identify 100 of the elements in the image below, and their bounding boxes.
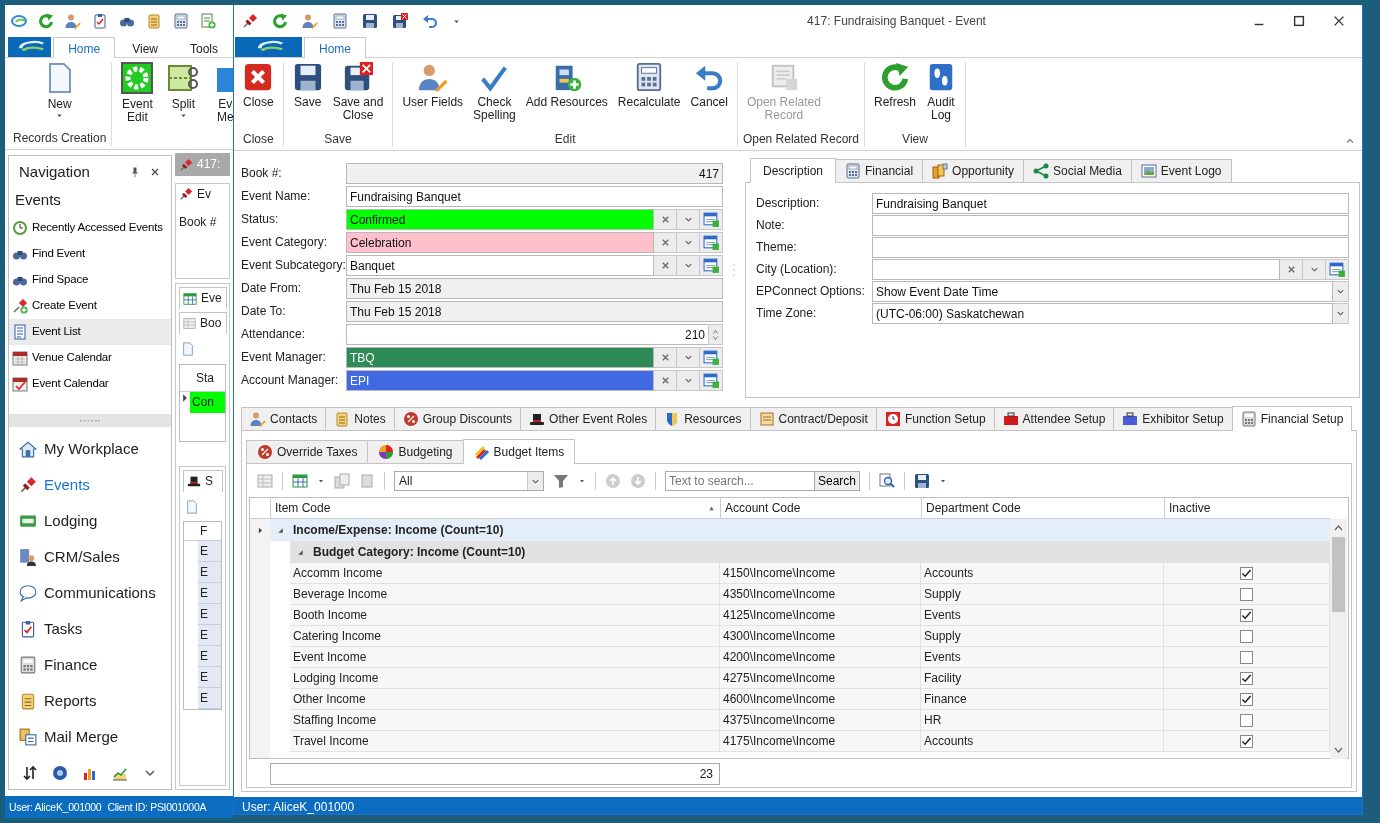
undo-icon[interactable]	[422, 13, 438, 29]
clipboard-icon[interactable]	[92, 13, 108, 29]
nav-item[interactable]: Create Event	[9, 293, 171, 319]
lookup-field[interactable]	[872, 259, 1280, 280]
module-item[interactable]: CRM/Sales	[9, 539, 171, 575]
tab[interactable]: Social Media	[1023, 159, 1132, 182]
tab[interactable]: Attendee Setup	[993, 407, 1115, 430]
close-icon[interactable]	[149, 166, 161, 178]
tab[interactable]: Notes	[325, 407, 395, 430]
filter-icon[interactable]	[553, 473, 569, 489]
tab[interactable]: Event Logo	[1130, 159, 1232, 182]
pin-icon[interactable]	[129, 166, 141, 178]
module-item[interactable]: Finance	[9, 647, 171, 683]
lookup-button[interactable]	[700, 232, 723, 253]
column-header[interactable]: Department Code	[921, 498, 1164, 518]
lookup-field[interactable]: EPI	[346, 370, 654, 391]
module-item[interactable]: My Workplace	[9, 431, 171, 467]
checkbox[interactable]	[1240, 629, 1253, 643]
checkbox[interactable]	[1240, 650, 1253, 664]
sort-arrows-icon[interactable]	[22, 765, 38, 781]
lookup-button[interactable]	[700, 209, 723, 230]
text-field[interactable]: 417	[346, 163, 723, 184]
lookup-field[interactable]: Confirmed	[346, 209, 654, 230]
user-edit-icon[interactable]	[65, 13, 81, 29]
ribbon-button[interactable]: Close	[239, 62, 278, 109]
module-item[interactable]: Events	[9, 467, 171, 503]
ribbon-tab[interactable]: View	[117, 37, 173, 57]
tab[interactable]: Budget Items	[462, 439, 576, 464]
ribbon-button[interactable]: Recalculate	[613, 62, 685, 109]
tab[interactable]: S	[183, 469, 223, 492]
save-icon[interactable]	[362, 13, 378, 29]
module-item[interactable]: Communications	[9, 575, 171, 611]
module-item[interactable]: Reports	[9, 683, 171, 719]
ribbon-button[interactable]: Audit Log	[922, 62, 960, 122]
nav-item[interactable]: Event Calendar	[9, 371, 171, 397]
column-header[interactable]: Account Code	[720, 498, 921, 518]
nav-item[interactable]: Event List	[9, 319, 171, 345]
lookup-button[interactable]	[700, 370, 723, 391]
application-button[interactable]	[235, 37, 302, 57]
clear-button[interactable]	[654, 209, 677, 230]
checkbox[interactable]	[1240, 713, 1253, 727]
group-row[interactable]: Income/Expense: Income (Count=10)	[270, 519, 1330, 541]
tab[interactable]: Group Discounts	[393, 407, 522, 430]
date-field[interactable]: Thu Feb 15 2018	[346, 301, 723, 322]
clear-button[interactable]	[654, 255, 677, 276]
lookup-button[interactable]	[700, 255, 723, 276]
lookup-button[interactable]	[700, 347, 723, 368]
ribbon-button[interactable]: Cancel	[686, 62, 732, 109]
checkbox[interactable]	[1240, 587, 1253, 601]
ribbon-button[interactable]: User Fields	[398, 62, 468, 109]
save-icon[interactable]	[914, 473, 931, 489]
nav-item[interactable]: Recently Accessed Events	[9, 215, 171, 241]
pushpin-icon[interactable]	[242, 13, 258, 29]
nav-item[interactable]: Venue Calendar	[9, 345, 171, 371]
nav-item[interactable]: Find Space	[9, 267, 171, 293]
disc-icon[interactable]	[52, 765, 68, 781]
module-item[interactable]: Lodging	[9, 503, 171, 539]
save-close-icon[interactable]	[392, 13, 408, 29]
ribbon-button[interactable]: Save	[288, 62, 327, 109]
checkbox[interactable]	[1240, 671, 1253, 685]
checkbox[interactable]	[1240, 692, 1253, 706]
dropdown-button[interactable]	[1333, 281, 1349, 302]
new-page-icon[interactable]	[185, 499, 199, 514]
clear-button[interactable]	[654, 370, 677, 391]
clear-button[interactable]	[654, 232, 677, 253]
clear-button[interactable]	[654, 347, 677, 368]
tab[interactable]: Other Event Roles	[520, 407, 657, 430]
logo-icon[interactable]	[11, 13, 27, 29]
ribbon-button[interactable]: New	[39, 62, 80, 120]
search-field[interactable]: Text to search...	[665, 471, 815, 491]
tab[interactable]: Contacts	[241, 407, 327, 430]
clear-button[interactable]	[1280, 259, 1303, 280]
column-header[interactable]: Inactive	[1164, 498, 1330, 518]
ribbon-button[interactable]: Ev Me	[209, 62, 233, 124]
lookup-field[interactable]: TBQ	[346, 347, 654, 368]
text-field[interactable]: Fundraising Banquet	[346, 186, 723, 207]
maximize-icon[interactable]	[1292, 14, 1306, 28]
vertical-scrollbar[interactable]	[1330, 519, 1347, 759]
tab[interactable]: Eve	[179, 287, 227, 309]
text-field[interactable]	[872, 237, 1349, 258]
caret-icon[interactable]	[578, 477, 586, 485]
application-button[interactable]	[8, 37, 52, 57]
date-field[interactable]: Thu Feb 15 2018	[346, 278, 723, 299]
text-field[interactable]: Fundraising Banquet	[872, 193, 1349, 214]
tab[interactable]: Contract/Deposit	[749, 407, 877, 430]
checkbox[interactable]	[1240, 608, 1253, 622]
ribbon-button[interactable]: Refresh	[870, 62, 920, 109]
tab[interactable]: Exhibitor Setup	[1113, 407, 1233, 430]
nav-item[interactable]: Find Event	[9, 241, 171, 267]
ribbon-button[interactable]: Save and Close	[328, 62, 388, 122]
refresh-icon[interactable]	[272, 13, 288, 29]
tab[interactable]: Financial	[835, 159, 924, 182]
tab[interactable]: Resources	[655, 407, 751, 430]
ribbon-button[interactable]: Check Spelling	[469, 62, 520, 122]
ribbon-tab[interactable]: Tools	[175, 37, 233, 57]
new-page-icon[interactable]	[181, 342, 195, 356]
ribbon-button[interactable]: Split	[163, 62, 204, 120]
caret-icon[interactable]	[317, 477, 325, 485]
number-field[interactable]: 210	[346, 324, 709, 345]
refresh-icon[interactable]	[38, 13, 54, 29]
